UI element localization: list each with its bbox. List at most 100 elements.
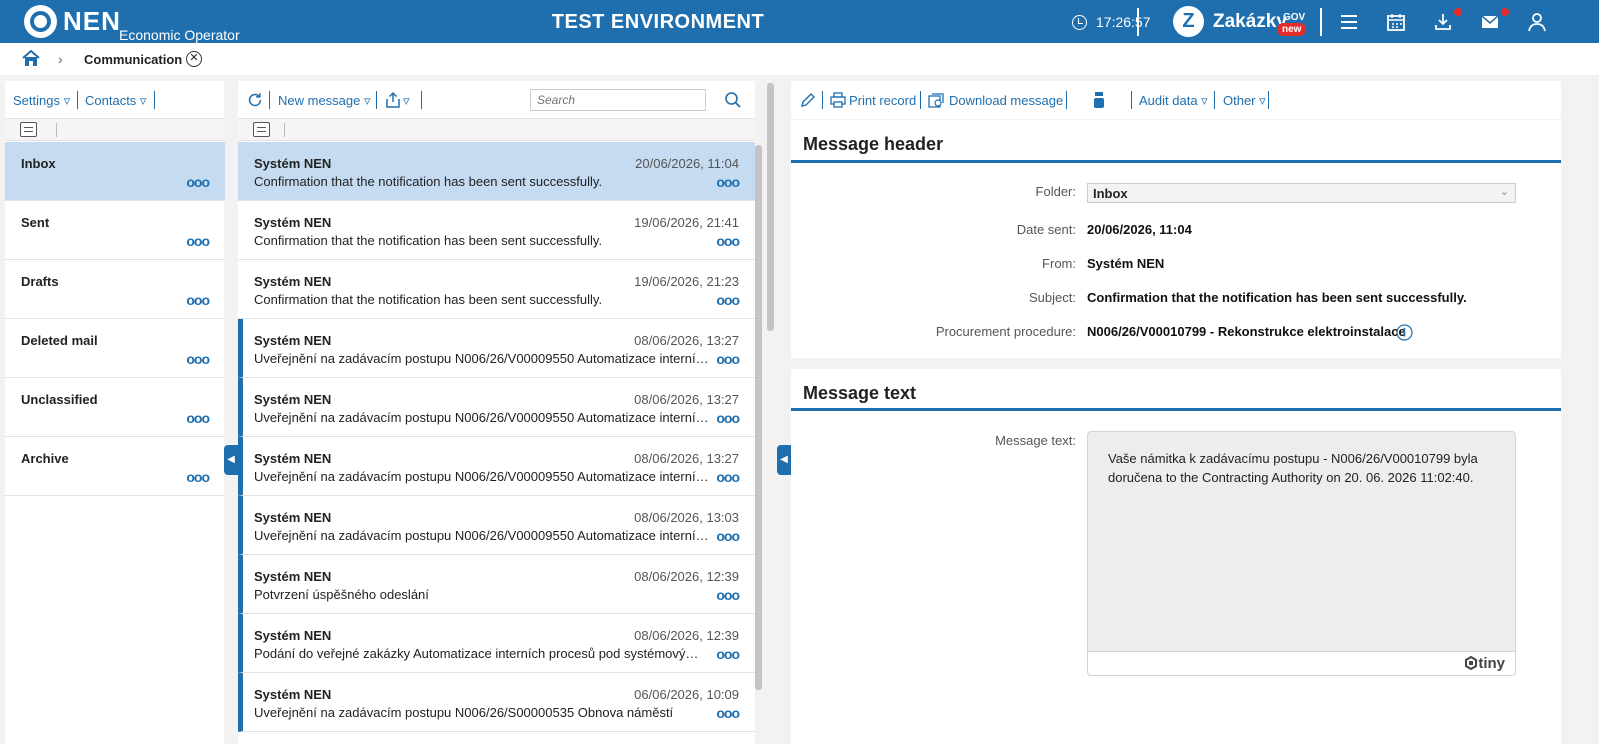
procurement-value[interactable]: N006/26/V00010799 - Rekonstrukce elektro… [1087,324,1406,339]
zakazky-link[interactable]: Zakázky [1213,11,1287,33]
procurement-label: Procurement procedure: [935,324,1076,339]
message-row[interactable]: Systém NEN 08/06/2026, 13:27 Uveřejnění na… [238,437,755,496]
message-row[interactable]: Systém NEN 20/06/2026, 11:04 Confirmation … [238,142,755,201]
messages-filter-bar [238,119,755,141]
message-subject: Confirmation that the notification has b… [254,174,603,189]
message-row[interactable]: Systém NEN 08/06/2026, 12:39 Potvrzení úsp… [238,555,755,614]
info-icon[interactable] [1396,324,1413,341]
more-options-icon[interactable]: ooo [716,706,740,720]
more-options-icon[interactable]: ooo [186,293,210,307]
message-row[interactable]: Systém NEN 08/06/2026, 13:03 Uveřejnění na… [238,496,755,555]
export-icon[interactable] [385,91,401,109]
home-icon[interactable] [22,50,40,67]
detail-toolbar-row: Print record Download message Audit data… [791,81,1561,119]
more-options-icon[interactable]: ooo [716,293,740,307]
contacts-menu[interactable]: Contacts ▿ [85,93,146,109]
tiny-editor-brand[interactable]: tiny [1464,655,1505,672]
message-sender: Systém NEN [254,510,332,525]
from-value: Systém NEN [1087,256,1165,271]
user-icon[interactable] [1527,12,1547,32]
print-icon[interactable] [830,92,846,108]
more-options-icon[interactable]: ooo [716,647,740,661]
more-options-icon[interactable]: ooo [716,470,740,484]
message-header-section: Message header Folder: Inbox ⌄ Date sent:… [791,120,1561,358]
mail-icon[interactable] [1480,12,1500,32]
message-row[interactable]: Systém NEN 19/06/2026, 21:23 Confirmation … [238,260,755,319]
message-date: 19/06/2026, 21:23 [634,274,739,289]
message-sender: Systém NEN [254,687,332,702]
refresh-icon[interactable] [247,92,263,108]
center-scrollbar[interactable] [767,83,774,331]
folders-panel: Settings ▿ Contacts ▿ Inbox ooo Sent ooo Dra… [5,81,225,744]
more-options-icon[interactable]: ooo [716,411,740,425]
message-row[interactable]: Systém NEN 08/06/2026, 13:27 Uveřejnění na… [238,319,755,378]
settings-menu[interactable]: Settings ▿ [13,93,70,109]
editor-footer: tiny [1088,651,1515,675]
message-subject: Confirmation that the notification has b… [254,233,603,248]
print-record-button[interactable]: Print record [849,93,916,108]
message-subject: Uveřejnění na zadávacím postupu N006/26/… [254,469,709,484]
collapse-messages-handle[interactable]: ◀ [777,445,791,475]
breadcrumb-current[interactable]: Communication [84,52,182,67]
download-message-button[interactable]: Download message [949,93,1063,108]
more-options-icon[interactable]: ooo [716,352,740,366]
new-message-menu[interactable]: New message ▿ [278,93,371,109]
export-menu-arrow[interactable]: ▿ [403,93,410,109]
search-icon[interactable] [724,91,742,109]
zakazky-logo-icon[interactable]: Z [1173,6,1204,37]
toolbar-divider [1066,91,1067,109]
section-rule [791,408,1561,411]
filter-settings-icon[interactable] [253,122,270,137]
tiny-brand-label: tiny [1478,655,1505,672]
folder-item-label: Deleted mail [21,333,98,348]
flag-marker-icon[interactable] [1093,91,1105,109]
from-label: From: [1042,256,1076,271]
toolbar-divider [822,91,823,109]
toolbar-divider [269,91,270,109]
filter-settings-icon[interactable] [20,122,37,137]
more-options-icon[interactable]: ooo [716,588,740,602]
subject-label: Subject: [1029,290,1076,305]
more-options-icon[interactable]: ooo [186,175,210,189]
folder-label: Folder: [1035,184,1076,199]
folder-item-deleted-mail[interactable]: Deleted mail ooo [5,319,225,378]
menu-icon[interactable] [1339,12,1359,32]
folder-item-unclassified[interactable]: Unclassified ooo [5,378,225,437]
folder-item-drafts[interactable]: Drafts ooo [5,260,225,319]
search-input[interactable] [530,89,706,111]
calendar-icon[interactable] [1386,12,1406,32]
message-row[interactable]: Systém NEN 06/06/2026, 10:09 Uveřejnění na… [238,673,755,732]
message-subject: Uveřejnění na zadávacím postupu N006/26/… [254,410,709,425]
messages-panel: New message ▿ ▿ Systém NEN 20/06/2026, 11… [238,81,755,744]
collapse-folders-handle[interactable]: ◀ [224,445,238,475]
message-row[interactable]: Systém NEN 08/06/2026, 13:27 Uveřejnění na… [238,378,755,437]
download-icon[interactable] [1433,12,1453,32]
download-message-icon[interactable] [928,92,945,108]
message-row[interactable]: Systém NEN 19/06/2026, 21:41 Confirmation … [238,201,755,260]
message-row[interactable]: Systém NEN 08/06/2026, 12:39 Podání do veř… [238,614,755,673]
more-options-icon[interactable]: ooo [186,234,210,248]
more-options-icon[interactable]: ooo [716,529,740,543]
edit-pencil-icon[interactable] [800,92,816,108]
header-divider [1137,8,1139,36]
close-tab-icon[interactable]: ✕ [186,51,202,67]
message-sender: Systém NEN [254,274,332,289]
other-menu[interactable]: Other ▿ [1223,93,1266,109]
message-date: 08/06/2026, 13:03 [634,510,739,525]
folder-select[interactable]: Inbox ⌄ [1087,183,1516,203]
more-options-icon[interactable]: ooo [186,352,210,366]
more-options-icon[interactable]: ooo [716,175,740,189]
more-options-icon[interactable]: ooo [186,411,210,425]
audit-data-menu[interactable]: Audit data ▿ [1139,93,1208,109]
folder-item-sent[interactable]: Sent ooo [5,201,225,260]
chevron-down-icon: ⌄ [1499,186,1509,198]
folder-item-inbox[interactable]: Inbox ooo [5,142,225,201]
message-text-editor[interactable]: Vaše námitka k zadávacímu postupu - N006… [1087,431,1516,676]
folder-item-archive[interactable]: Archive ooo [5,437,225,496]
message-sender: Systém NEN [254,451,332,466]
message-subject: Potvrzení úspěšného odeslání [254,587,429,602]
more-options-icon[interactable]: ooo [716,234,740,248]
toolbar-divider [1214,91,1215,109]
message-list-scrollbar[interactable] [755,145,762,690]
more-options-icon[interactable]: ooo [186,470,210,484]
